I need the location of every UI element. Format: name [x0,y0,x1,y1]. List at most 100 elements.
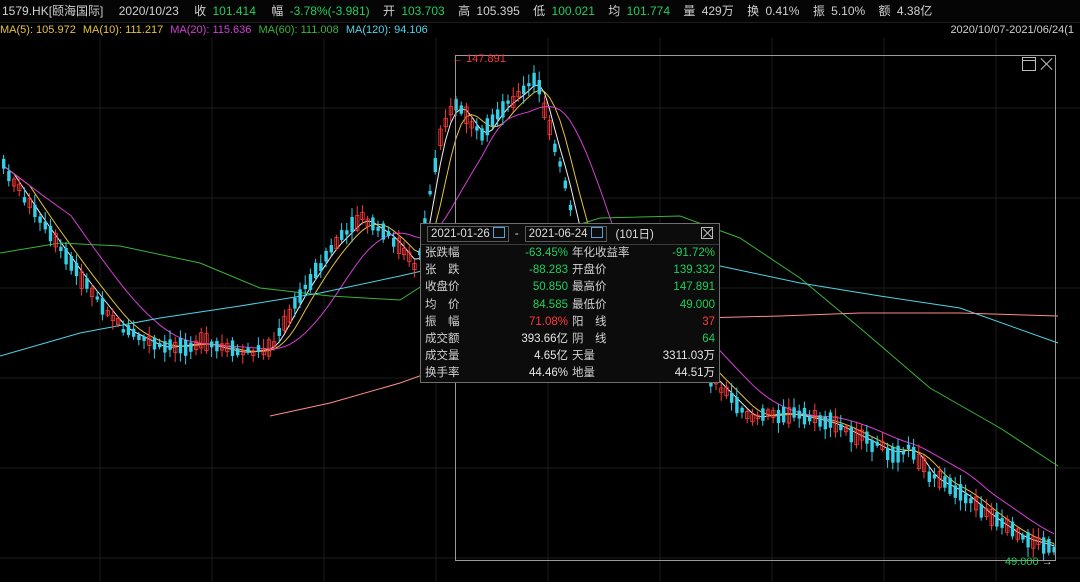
candle-body [64,247,68,265]
end-date-field[interactable]: 2021-06-24 [524,226,607,242]
calendar-icon[interactable] [492,227,505,238]
candle-body [43,221,47,230]
start-date: 2021-01-26 [431,228,490,240]
stat-label: 张跌幅 [425,247,460,259]
popup-stats: 张跌幅 -63.45% 年化收益率 -91.72% 张 跌 -88.283 开盘价 139.3… [421,245,719,383]
stat-label: 均 价 [425,298,460,311]
candle-body [376,227,380,231]
candle-body [85,278,89,289]
candle-body [158,343,162,348]
stat-label: 地量 [572,367,595,380]
candle-body [345,230,349,235]
candle-body [132,328,136,337]
candle-body [293,297,297,309]
stat-value: 44.51万 [674,367,715,380]
popup-stat-row: 成交量 4.65亿 天量 3311.03万 [421,348,719,365]
candle-body [277,328,281,336]
ma5-label: MA(5): 105.972 [0,24,76,36]
amplitude-value: 5.10% [831,4,866,18]
range-stats-popup: 2021-01-26 - 2021-06-24 (101日) 张跌幅 -63.45… [420,223,720,383]
high-price-label: 147.891 [466,53,506,65]
candle-body [121,329,125,333]
candle-body [69,255,73,271]
stat-value: 49.000 [679,298,715,311]
popup-stat-row: 成交额 393.66亿阴 线 64 [421,331,719,348]
calendar-icon[interactable] [590,227,603,238]
stat-value: 50.850 [532,281,568,294]
candle-body [189,342,193,352]
candle-body [22,197,27,203]
candle-body [314,262,318,279]
ma20-label: MA(20): 115.636 [170,24,252,36]
candle-body [371,217,375,231]
candle-body [2,158,6,169]
stat-label: 换手率 [425,367,460,380]
popup-close-icon[interactable] [701,227,713,239]
low-label: 低 [533,4,546,18]
date-range: 2020/10/07-2021/06/24(1 [950,24,1074,36]
candle-body [246,348,250,353]
low-value: 100.021 [551,4,595,18]
popup-stat-row: 均 价 84.585 最低价 49.000 [421,297,719,314]
arrow-right-icon: → [1041,556,1053,568]
stat-value: 71.08% [528,315,568,328]
close-icon[interactable] [1040,57,1054,71]
popup-stat-row: 张 跌 -88.283 开盘价 139.332 [421,262,719,279]
candle-body [308,274,313,290]
candle-body [340,230,344,240]
stat-value: -91.72% [672,247,715,259]
candle-body [142,336,146,341]
low-price-marker: 49.000 → [1005,556,1053,568]
selection-controls [1022,57,1054,73]
candle-body [381,223,385,240]
amplitude-label: 振 [812,4,825,18]
candle-body [324,250,328,262]
stat-label: 成交额 [425,332,460,345]
amount-value: 4.38亿 [896,4,933,18]
stat-value: 64 [702,332,715,345]
stat-label: 最高价 [572,281,607,294]
change-value: -3.78%(-3.981) [289,4,370,18]
stat-label: 张 跌 [425,264,460,277]
stat-label: 阳 线 [572,315,607,328]
volume-value: 429万 [701,4,734,18]
candle-body [38,216,42,223]
stat-label: 收盘价 [425,281,460,294]
end-date: 2021-06-24 [528,228,588,240]
ma60-label: MA(60): 111.008 [258,24,339,36]
candle-body [74,262,79,277]
candle-body [48,225,53,242]
stat-value: 3311.03万 [662,350,715,363]
stat-label: 阴 线 [572,332,607,345]
stat-value: 393.66亿 [521,332,568,345]
stat-label: 成交量 [425,350,460,363]
stat-label: 天量 [572,350,595,363]
high-price-marker: ← 147.891 [452,53,506,65]
turnover-value: 0.41% [765,4,800,18]
stat-value: -63.45% [525,247,568,259]
high-value: 105.395 [476,4,520,18]
close-value: 101.414 [212,4,256,18]
candle-body [298,289,302,303]
start-date-field[interactable]: 2021-01-26 [427,226,509,242]
stat-label: 最低价 [572,298,607,311]
candle-body [210,341,214,348]
day-count: (101日) [615,229,654,241]
candle-body [215,341,219,352]
stat-value: 4.65亿 [534,350,568,363]
popup-stat-row: 振 幅 71.08% 阳 线 37 [421,314,719,331]
popup-header: 2021-01-26 - 2021-06-24 (101日) [421,224,719,245]
candle-body [184,340,188,356]
high-label: 高 [458,4,471,18]
candle-body [168,339,172,350]
maximize-icon[interactable] [1022,57,1036,71]
candle-body [33,204,37,218]
candle-body [350,216,354,233]
stock-code[interactable]: 1579.HK[颐海国际] [2,0,103,22]
close-label: 收 [194,4,207,18]
quote-date: 2020/10/23 [118,4,179,18]
popup-stat-row: 换手率 44.46% 地量 44.51万 [421,365,719,382]
candle-body [7,171,11,182]
candle-body [392,237,396,247]
open-label: 开 [382,4,395,18]
